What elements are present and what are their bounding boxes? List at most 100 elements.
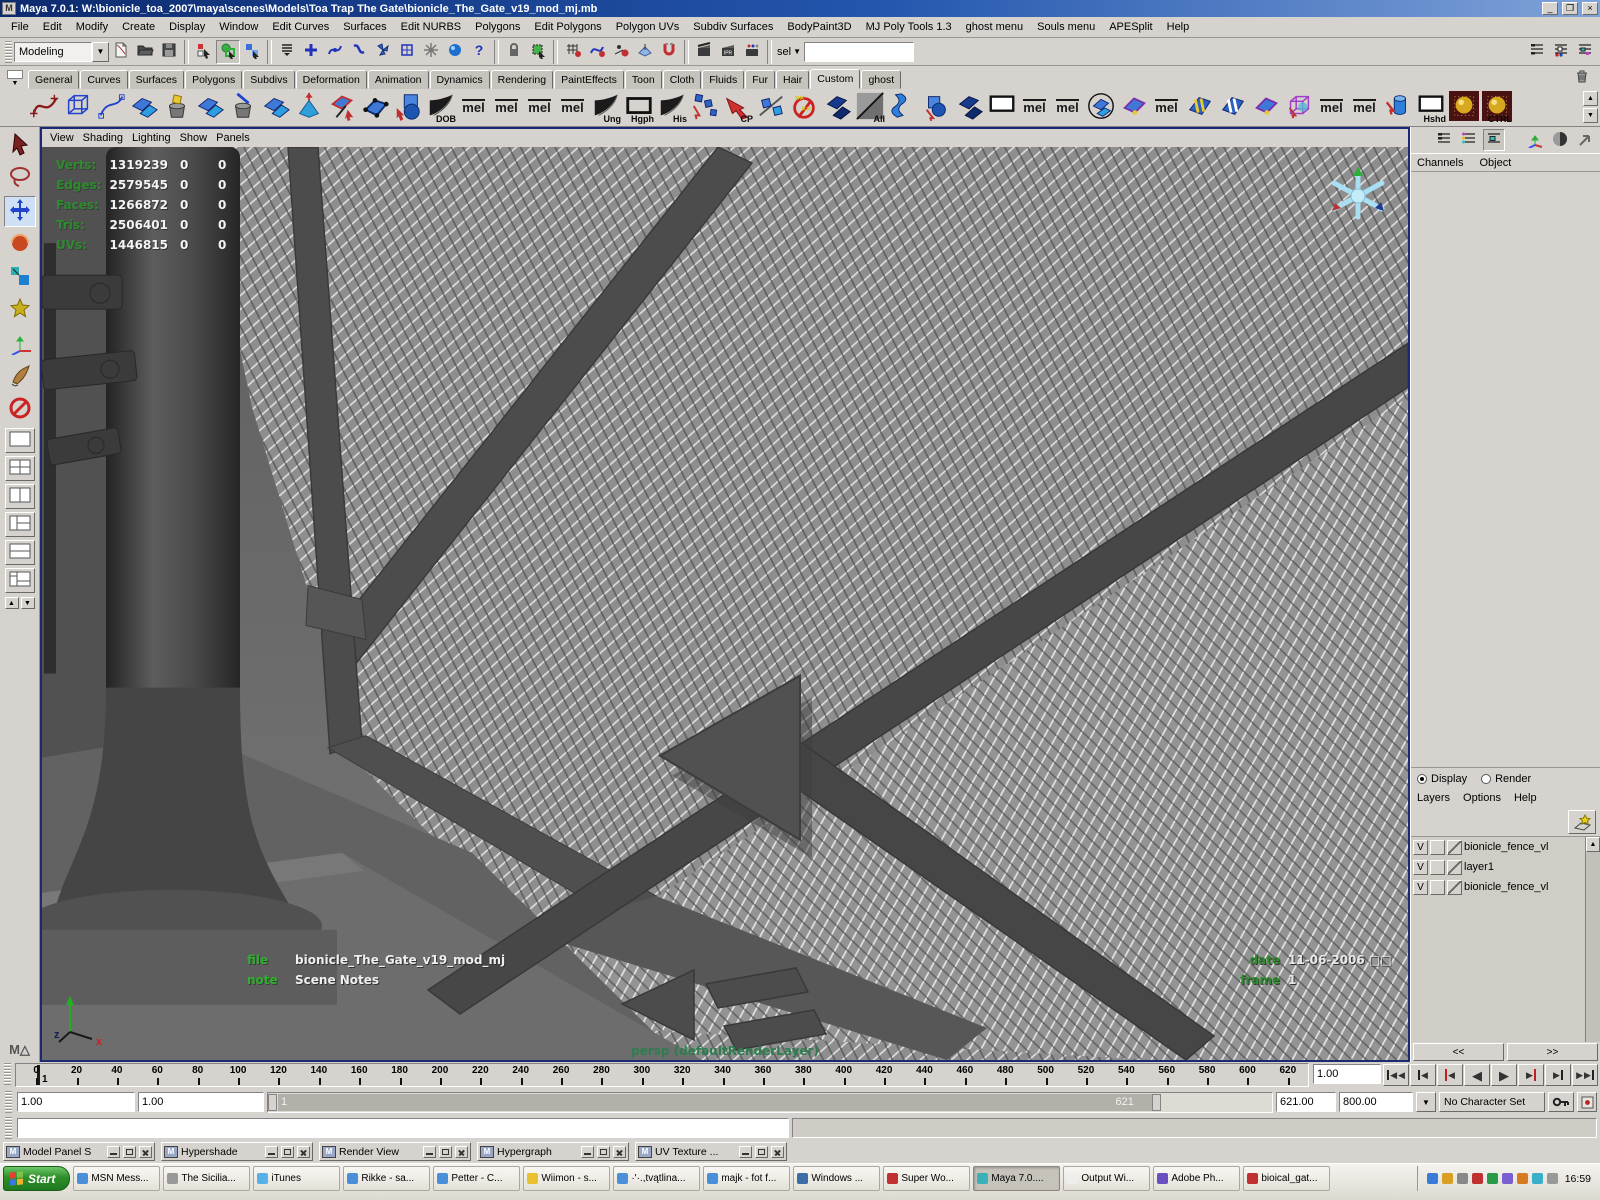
minimize-icon[interactable] [739,1146,752,1158]
display-radio[interactable] [1417,774,1427,784]
mode-selector[interactable]: Modeling▼ [14,42,109,62]
chevron-down-icon[interactable]: ▼ [92,42,109,62]
menu-help[interactable]: Help [1160,18,1197,36]
statusline-handle[interactable] [5,41,12,63]
snap-curve-button[interactable] [585,40,609,64]
shelf-button-poly-purple-37[interactable] [1249,91,1282,125]
timeline-tick-520[interactable]: 520 [1066,1064,1106,1086]
shelf-button-all-25[interactable]: All [853,91,886,125]
command-line-handle[interactable] [5,1117,12,1139]
timeline-tick-260[interactable]: 260 [541,1064,581,1086]
timeline-tick-300[interactable]: 300 [622,1064,662,1086]
go-to-end-button[interactable]: ▶▶ [1572,1064,1598,1086]
viewport-panel[interactable]: ViewShadingLightingShowPanels [40,127,1410,1062]
shelf-button-hshd-42[interactable]: Hshd [1414,91,1447,125]
set-key-button[interactable] [1548,1092,1574,1112]
timeline-tick-460[interactable]: 460 [945,1064,985,1086]
shelf-tab-surfaces[interactable]: Surfaces [129,70,184,89]
layer-type-box[interactable] [1430,860,1445,875]
shelf-button-cube-sphere-11[interactable] [391,91,424,125]
help-button[interactable]: ? [467,40,491,64]
menu-modify[interactable]: Modify [69,18,115,36]
highlight-select-button[interactable] [526,40,550,64]
step-forward-frame-button[interactable]: ▶ [1545,1064,1571,1086]
layer-color-swatch[interactable] [1447,880,1462,895]
viewport-menu-lighting[interactable]: Lighting [132,131,180,145]
menu-create[interactable]: Create [115,18,162,36]
chevron-down-icon[interactable]: ▼ [793,47,804,56]
shelf-tab-animation[interactable]: Animation [368,70,429,89]
timeline-tick-420[interactable]: 420 [864,1064,904,1086]
shelf-button-wave-26[interactable] [886,91,919,125]
current-time-field[interactable] [1313,1064,1381,1084]
shelf-button-gold-sphere-43[interactable] [1447,91,1480,125]
layer-type-box[interactable] [1430,840,1445,855]
shelf-tab-curves[interactable]: Curves [80,70,127,89]
new-scene-button[interactable] [109,40,133,64]
layer-row[interactable]: Vbionicle_fence_vl [1411,837,1585,857]
panel-toggle-2-button[interactable] [1549,40,1573,64]
shelf-button-ctrl-44[interactable]: CTRL [1480,91,1513,125]
shelf-tab-general[interactable]: General [28,70,79,89]
move-tool-button[interactable] [4,196,36,227]
layer-menu-help[interactable]: Help [1514,792,1537,804]
viewport-menu-show[interactable]: Show [180,131,217,145]
shelf-button-mel-40[interactable]: mel [1348,91,1381,125]
cb-list2-button[interactable] [1458,129,1480,151]
shelf-button-cylinder-41[interactable] [1381,91,1414,125]
shelf-scroll-up-icon[interactable]: ▲ [1583,91,1598,106]
maximize-button[interactable]: ❐ [1562,2,1578,15]
panel-button-hypershade[interactable]: MHypershade [161,1142,313,1161]
layer-visibility-toggle[interactable]: V [1413,880,1428,895]
curve-s-button[interactable] [347,40,371,64]
tray-icon-2[interactable] [1442,1173,1453,1184]
taskbar-app-super-wo[interactable]: Super Wo... [883,1166,970,1191]
tray-icon-7[interactable] [1517,1173,1528,1184]
timeline-tick-20[interactable]: 20 [56,1064,96,1086]
shelf-button-frame-light-29[interactable] [985,91,1018,125]
tray-icon-4[interactable] [1472,1173,1483,1184]
render-radio[interactable] [1481,774,1491,784]
shelf-tab-polygons[interactable]: Polygons [185,70,242,89]
timeline-tick-40[interactable]: 40 [97,1064,137,1086]
animation-start-field[interactable] [17,1092,135,1112]
channel-box-area[interactable] [1411,172,1600,768]
menu-channels[interactable]: Channels [1417,157,1463,169]
timeline-tick-620[interactable]: 620 [1268,1064,1308,1086]
menu-display[interactable]: Display [162,18,212,36]
timeline-tick-500[interactable]: 500 [1025,1064,1065,1086]
go-to-start-button[interactable]: ◀◀ [1383,1064,1409,1086]
shelf-button-poly-blue-7[interactable] [259,91,292,125]
shelf-button-scatter-20[interactable] [688,91,721,125]
viewport-menu-shading[interactable]: Shading [83,131,132,145]
layout-scroll-down-icon[interactable]: ▼ [21,597,35,609]
menu-edit[interactable]: Edit [36,18,69,36]
layer-visibility-toggle[interactable]: V [1413,860,1428,875]
menu-edit-nurbs[interactable]: Edit NURBS [394,18,469,36]
timeline-tick-140[interactable]: 140 [299,1064,339,1086]
timeline-tick-60[interactable]: 60 [137,1064,177,1086]
shelf-tab-toon[interactable]: Toon [625,70,662,89]
close-icon[interactable] [297,1146,310,1158]
shelf-button-cone-8[interactable] [292,91,325,125]
step-forward-key-button[interactable]: ▶ [1518,1064,1544,1086]
shelf-button-mel-16[interactable]: mel [556,91,589,125]
layout-forward-button[interactable]: >> [1507,1043,1598,1061]
tray-icon-5[interactable] [1487,1173,1498,1184]
timeline-tick-0[interactable]: 0 [16,1064,56,1086]
taskbar-app-wiimon-s[interactable]: Wiimon - s... [523,1166,610,1191]
new-layer-button[interactable] [1568,810,1596,834]
menu-file[interactable]: File [4,18,36,36]
snap-grid-button[interactable] [561,40,585,64]
shelf-button-cube-wire-1[interactable] [61,91,94,125]
taskbar-app-petter-c[interactable]: Petter - C... [433,1166,520,1191]
panel-toggle-1-button[interactable] [1525,40,1549,64]
shelf-button-cube-purple-38[interactable] [1282,91,1315,125]
shelf-tab-dynamics[interactable]: Dynamics [430,70,490,89]
menu-surfaces[interactable]: Surfaces [336,18,393,36]
layer-row[interactable]: Vbionicle_fence_vl [1411,877,1585,897]
shelf-tab-custom[interactable]: Custom [810,69,860,89]
timeline-tick-600[interactable]: 600 [1227,1064,1267,1086]
shelf-switcher[interactable]: ▼ [2,70,28,89]
command-line-input[interactable] [17,1118,789,1138]
